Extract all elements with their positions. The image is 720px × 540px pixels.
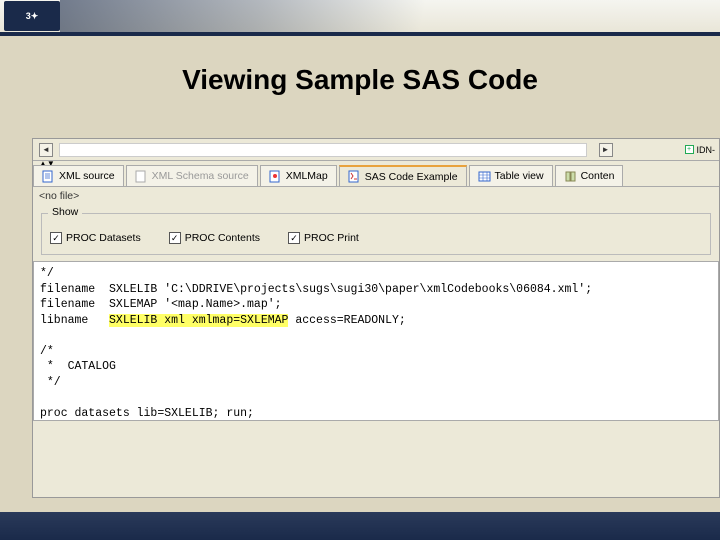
tab-label: XMLMap — [286, 170, 328, 182]
file-status: <no file> — [33, 187, 719, 205]
tab-sas-code-example[interactable]: SAS Code Example — [339, 165, 467, 186]
show-group: Show ✓ PROC Datasets ✓ PROC Contents ✓ P… — [41, 213, 711, 255]
tree-node-icon: + — [685, 145, 694, 154]
tab-contents[interactable]: Conten — [555, 165, 624, 186]
code-line: */ — [40, 376, 61, 389]
highlighted-code: SXLELIB xml xmlmap=SXLEMAP — [109, 314, 288, 327]
code-viewer[interactable]: */ filename SXLELIB 'C:\DDRIVE\projects\… — [33, 261, 719, 421]
book-icon — [564, 170, 577, 183]
tree-node-label: IDN- — [697, 145, 716, 155]
code-line: filename SXLELIB 'C:\DDRIVE\projects\sug… — [40, 283, 592, 296]
code-line: * CATALOG — [40, 360, 116, 373]
show-legend: Show — [48, 206, 82, 218]
checkbox-label: PROC Datasets — [66, 232, 141, 244]
checkbox-proc-datasets[interactable]: ✓ PROC Datasets — [50, 232, 141, 244]
tab-table-view[interactable]: Table view — [469, 165, 553, 186]
checkbox-label: PROC Print — [304, 232, 359, 244]
tab-label: XML source — [59, 170, 115, 182]
xml-doc-icon — [42, 170, 55, 183]
checkbox-icon: ✓ — [50, 232, 62, 244]
side-tree-fragment: +IDN- — [685, 145, 720, 155]
table-icon — [478, 170, 491, 183]
footer-bar — [0, 512, 720, 540]
logo: 3✦ — [4, 1, 60, 31]
tab-bar: XML source XML Schema source XMLMap SAS … — [33, 165, 719, 187]
tab-xmlmap[interactable]: XMLMap — [260, 165, 337, 186]
page-title: Viewing Sample SAS Code — [0, 64, 720, 96]
tab-xml-source[interactable]: XML source — [33, 165, 124, 186]
header-bar: 3✦ — [0, 0, 720, 36]
nav-right-icon[interactable]: ► — [599, 143, 613, 157]
code-line: filename SXLEMAP '<map.Name>.map'; — [40, 298, 282, 311]
code-line: libname SXLELIB xml xmlmap=SXLEMAP acces… — [40, 314, 406, 327]
code-line: */ — [40, 267, 54, 280]
app-window: ◄ ► +IDN- ▲▼ XML source XML Schema sourc… — [32, 138, 720, 498]
checkbox-icon: ✓ — [169, 232, 181, 244]
tab-label: Conten — [581, 170, 615, 182]
checkbox-proc-print[interactable]: ✓ PROC Print — [288, 232, 359, 244]
tab-xml-schema-source[interactable]: XML Schema source — [126, 165, 258, 186]
code-line: proc datasets lib=SXLELIB; run; — [40, 407, 254, 420]
checkbox-proc-contents[interactable]: ✓ PROC Contents — [169, 232, 260, 244]
schema-doc-icon — [135, 170, 148, 183]
nav-left-icon[interactable]: ◄ — [39, 143, 53, 157]
path-field[interactable] — [59, 143, 587, 157]
sas-code-icon — [348, 170, 361, 183]
upper-toolbar: ◄ ► +IDN- — [33, 139, 719, 161]
checkbox-icon: ✓ — [288, 232, 300, 244]
tab-label: Table view — [495, 170, 544, 182]
map-doc-icon — [269, 170, 282, 183]
tab-label: XML Schema source — [152, 170, 249, 182]
tab-label: SAS Code Example — [365, 171, 458, 183]
checkbox-label: PROC Contents — [185, 232, 260, 244]
code-line: /* — [40, 345, 54, 358]
